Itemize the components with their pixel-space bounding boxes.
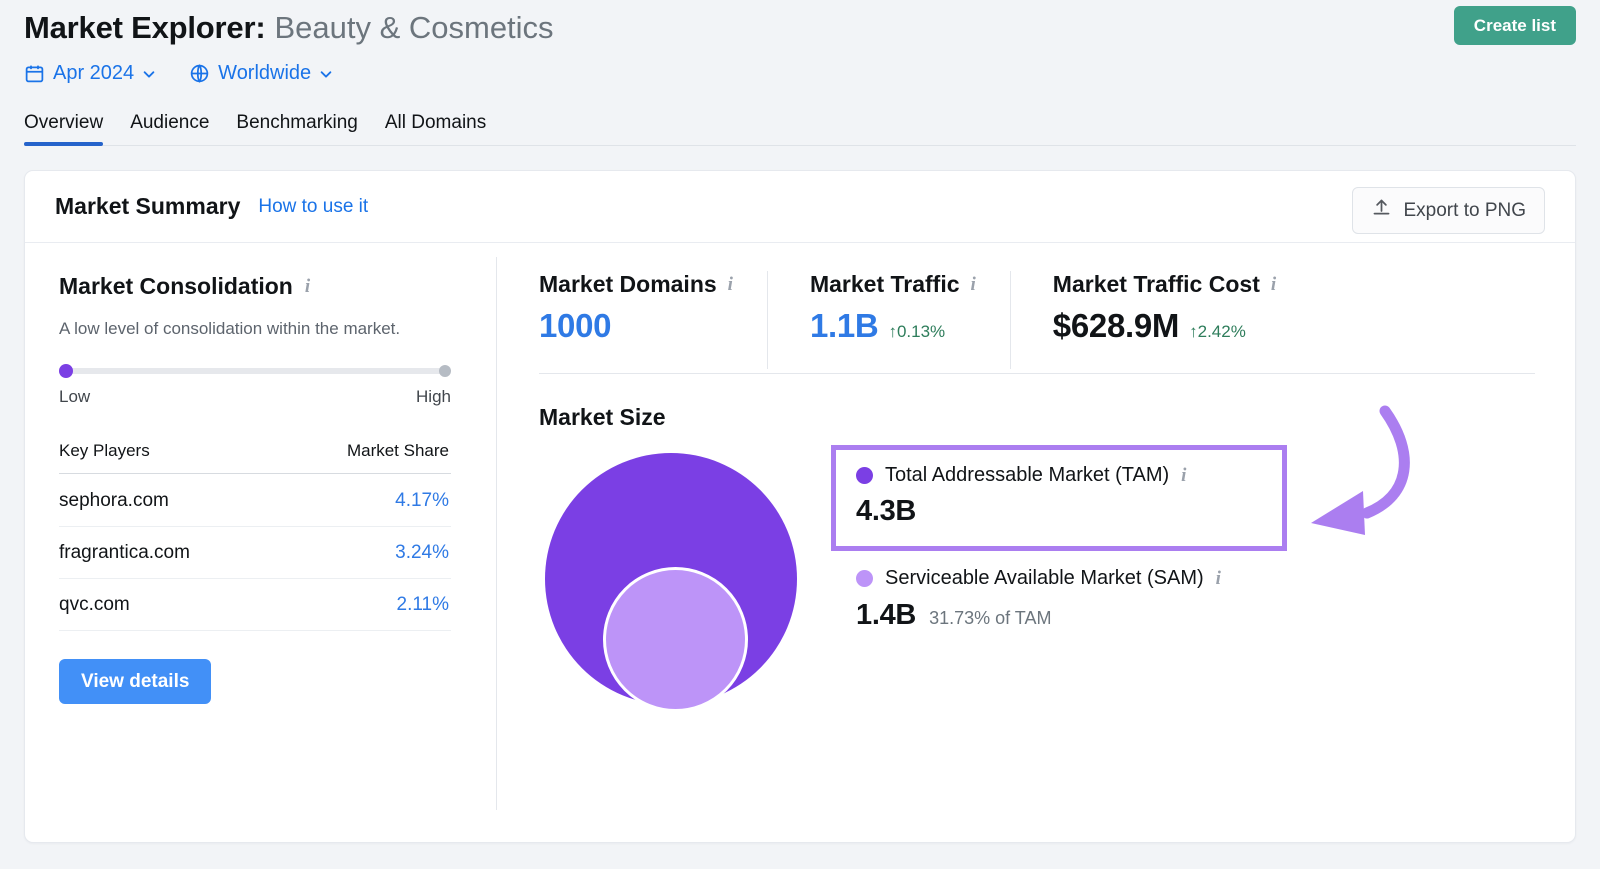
market-summary-card: Market Summary How to use it Export to P… bbox=[24, 170, 1576, 843]
info-icon[interactable]: i bbox=[1271, 275, 1276, 294]
sam-value: 1.4B bbox=[856, 599, 917, 631]
sam-block: Serviceable Available Market (SAM) i 1.4… bbox=[831, 567, 1287, 632]
sam-label: Serviceable Available Market (SAM) bbox=[885, 567, 1204, 589]
cell-share: 3.24% bbox=[277, 526, 451, 579]
market-size-body: Total Addressable Market (TAM) i 4.3B Se… bbox=[539, 445, 1535, 712]
slider-label-low: Low bbox=[59, 386, 91, 406]
location-filter[interactable]: Worldwide bbox=[189, 62, 332, 85]
sam-note: 31.73% of TAM bbox=[929, 608, 1052, 628]
cell-domain[interactable]: fragrantica.com bbox=[59, 526, 278, 579]
cell-share: 2.11% bbox=[277, 578, 451, 631]
export-to-png-button[interactable]: Export to PNG bbox=[1351, 187, 1545, 234]
market-size-title: Market Size bbox=[539, 404, 666, 430]
page-title: Market Explorer: Beauty & Cosmetics bbox=[24, 0, 1576, 52]
info-icon[interactable]: i bbox=[305, 277, 310, 296]
metric-label: Market Traffic bbox=[809, 271, 960, 297]
card-header: Market Summary How to use it Export to P… bbox=[25, 171, 1575, 243]
market-metrics-panel: Market Domains i 1000 Market Traffic i 1… bbox=[497, 243, 1575, 842]
date-filter[interactable]: Apr 2024 bbox=[24, 62, 155, 85]
slider-knob-max bbox=[439, 364, 451, 377]
tab-all-domains[interactable]: All Domains bbox=[385, 112, 486, 145]
table-header-row: Key Players Market Share bbox=[59, 441, 451, 474]
export-to-png-label: Export to PNG bbox=[1403, 199, 1527, 221]
sam-circle bbox=[603, 567, 748, 712]
how-to-use-it-link[interactable]: How to use it bbox=[258, 196, 368, 218]
card-body: Market Consolidation i A low level of co… bbox=[25, 243, 1575, 842]
tam-color-dot bbox=[856, 467, 873, 484]
metric-value: $628.9M bbox=[1052, 307, 1180, 344]
metric-label: Market Domains bbox=[539, 271, 717, 297]
col-market-share: Market Share bbox=[346, 440, 449, 460]
tab-audience[interactable]: Audience bbox=[130, 112, 209, 145]
tab-benchmarking[interactable]: Benchmarking bbox=[236, 112, 357, 145]
chevron-down-icon bbox=[319, 67, 332, 80]
metric-delta: ↑2.42% bbox=[1189, 322, 1246, 341]
upload-icon bbox=[1371, 197, 1392, 224]
chevron-down-icon bbox=[142, 67, 155, 80]
slider-knob-current[interactable] bbox=[59, 363, 73, 378]
market-consolidation-header: Market Consolidation i bbox=[59, 273, 467, 300]
slider-track bbox=[66, 367, 444, 374]
create-list-button[interactable]: Create list bbox=[1453, 6, 1576, 45]
info-icon[interactable]: i bbox=[728, 275, 733, 294]
market-consolidation-description: A low level of consolidation within the … bbox=[59, 319, 401, 338]
key-players-table: Key Players Market Share sephora.com 4.1… bbox=[59, 441, 451, 631]
divider bbox=[539, 373, 1535, 374]
tam-label: Total Addressable Market (TAM) bbox=[885, 464, 1170, 486]
col-key-players: Key Players bbox=[59, 440, 150, 460]
info-icon[interactable]: i bbox=[971, 275, 976, 294]
consolidation-slider[interactable] bbox=[59, 363, 451, 378]
market-size-legend: Total Addressable Market (TAM) i 4.3B Se… bbox=[831, 445, 1287, 707]
slider-labels: Low High bbox=[59, 387, 451, 407]
filter-bar: Apr 2024 Worldwide bbox=[24, 56, 1576, 90]
slider-label-high: High bbox=[416, 386, 451, 406]
date-filter-label: Apr 2024 bbox=[53, 61, 135, 84]
metric-market-traffic-cost: Market Traffic Cost i $628.9M ↑2.42% bbox=[1009, 271, 1310, 369]
location-filter-label: Worldwide bbox=[218, 61, 312, 84]
cell-domain[interactable]: sephora.com bbox=[59, 473, 278, 527]
market-consolidation-title: Market Consolidation bbox=[59, 273, 293, 299]
metric-value: 1.1B bbox=[809, 307, 879, 344]
cell-domain[interactable]: qvc.com bbox=[59, 578, 278, 631]
market-consolidation-panel: Market Consolidation i A low level of co… bbox=[25, 243, 497, 842]
metric-label: Market Traffic Cost bbox=[1052, 271, 1260, 297]
metric-value: 1000 bbox=[539, 307, 612, 344]
view-details-button[interactable]: View details bbox=[59, 658, 212, 704]
sam-value-row: 1.4B 31.73% of TAM bbox=[856, 599, 1287, 632]
tab-bar: Overview Audience Benchmarking All Domai… bbox=[24, 102, 1576, 146]
sam-legend-row: Serviceable Available Market (SAM) i bbox=[856, 567, 1287, 590]
table-row[interactable]: fragrantica.com 3.24% bbox=[59, 526, 451, 579]
metric-delta: ↑0.13% bbox=[888, 322, 946, 341]
metric-market-traffic: Market Traffic i 1.1B ↑0.13% bbox=[766, 271, 1010, 369]
page-header: Market Explorer: Beauty & Cosmetics Crea… bbox=[0, 0, 1600, 146]
table-row[interactable]: qvc.com 2.11% bbox=[59, 578, 451, 631]
info-icon[interactable]: i bbox=[1216, 569, 1221, 588]
tab-overview[interactable]: Overview bbox=[24, 112, 104, 146]
cell-share: 4.17% bbox=[277, 473, 451, 527]
metric-market-domains: Market Domains i 1000 bbox=[539, 271, 767, 369]
market-size-chart bbox=[539, 445, 839, 712]
metrics-row: Market Domains i 1000 Market Traffic i 1… bbox=[539, 271, 1535, 369]
tam-legend-row: Total Addressable Market (TAM) i bbox=[856, 464, 1262, 487]
page-title-main: Market Explorer: bbox=[24, 10, 266, 45]
card-title: Market Summary bbox=[55, 193, 241, 219]
table-row[interactable]: sephora.com 4.17% bbox=[59, 473, 451, 527]
tam-value-row: 4.3B bbox=[856, 495, 1262, 528]
tam-value: 4.3B bbox=[856, 495, 917, 527]
globe-icon bbox=[189, 63, 210, 84]
page-title-market: Beauty & Cosmetics bbox=[274, 10, 554, 45]
calendar-icon bbox=[24, 63, 45, 84]
tam-highlight-box: Total Addressable Market (TAM) i 4.3B bbox=[831, 445, 1287, 551]
info-icon[interactable]: i bbox=[1181, 466, 1186, 485]
sam-color-dot bbox=[856, 570, 873, 587]
